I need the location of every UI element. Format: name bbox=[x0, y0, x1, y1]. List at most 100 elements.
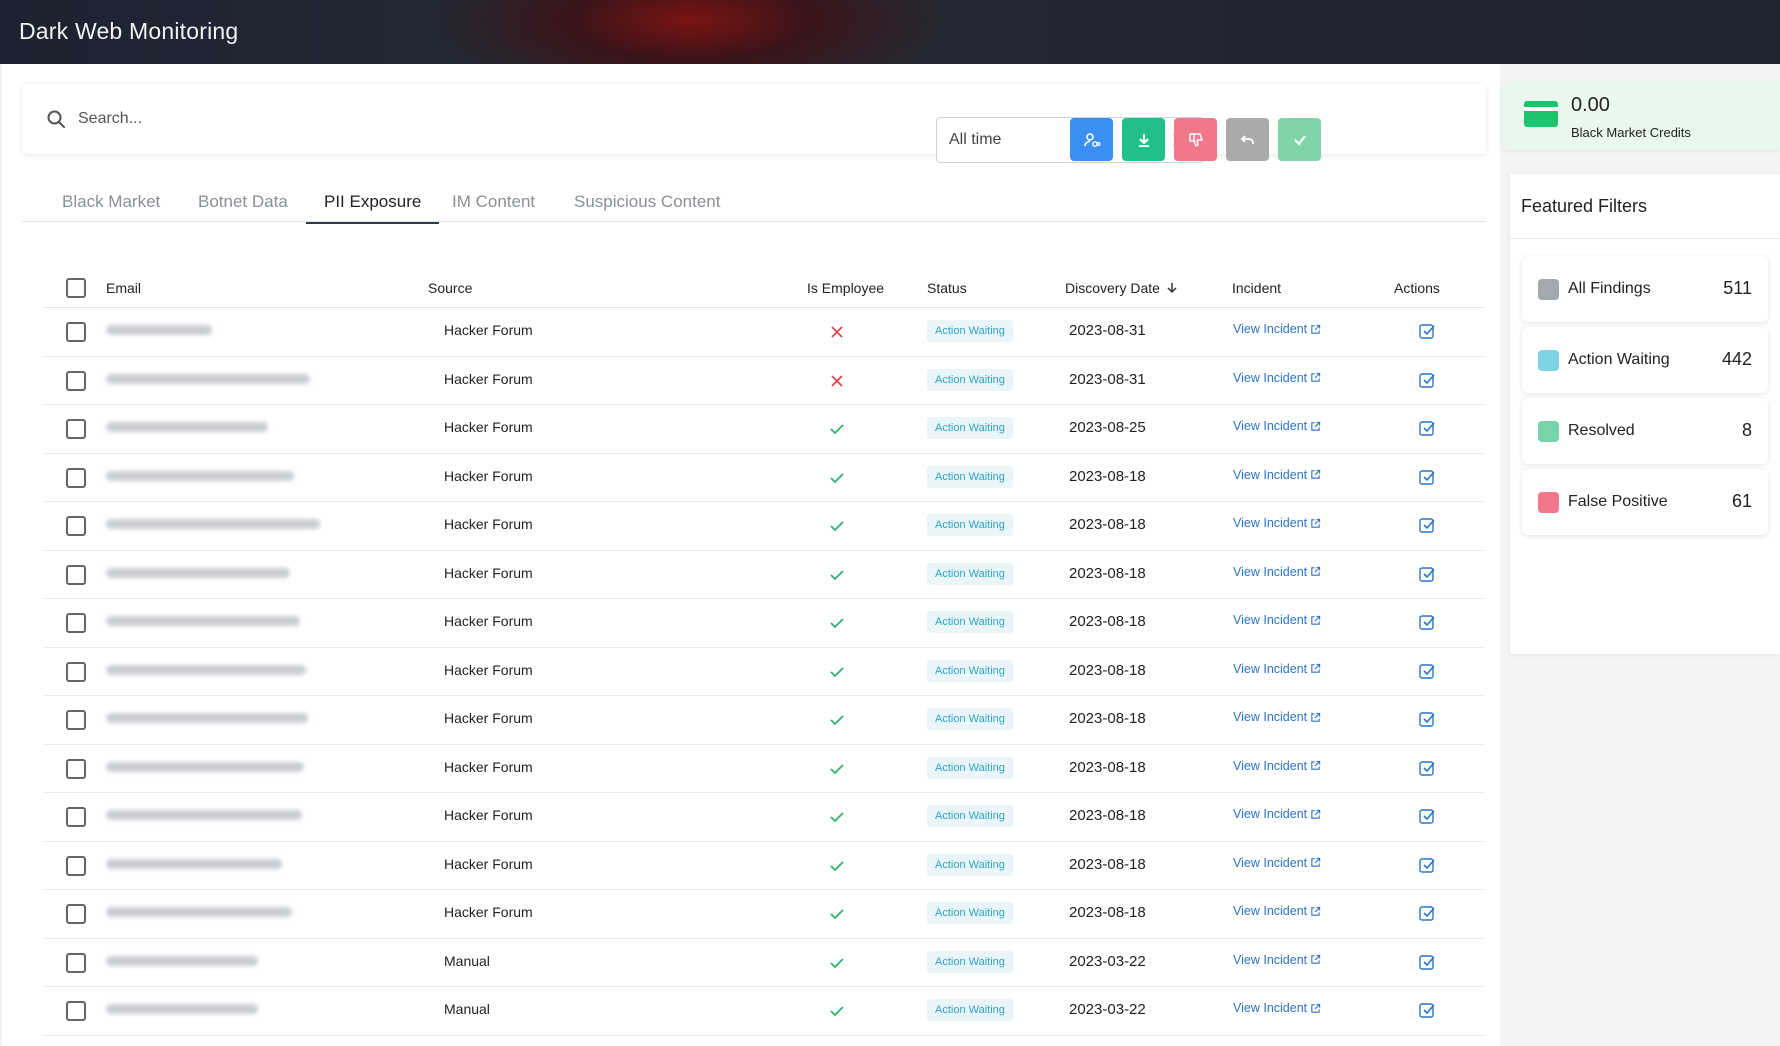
false-positive-button[interactable] bbox=[1174, 118, 1217, 161]
row-checkbox[interactable] bbox=[66, 758, 86, 779]
view-incident-link[interactable]: View Incident bbox=[1233, 1001, 1321, 1015]
view-incident-link[interactable]: View Incident bbox=[1233, 807, 1321, 821]
view-incident-label: View Incident bbox=[1233, 710, 1308, 724]
view-incident-link[interactable]: View Incident bbox=[1233, 565, 1321, 579]
check-mark-icon bbox=[830, 860, 844, 871]
source-cell: Manual bbox=[444, 1001, 490, 1017]
resolve-action-icon[interactable] bbox=[1418, 710, 1436, 728]
view-incident-link[interactable]: View Incident bbox=[1233, 856, 1321, 870]
resolve-action-icon[interactable] bbox=[1418, 856, 1436, 874]
view-incident-link[interactable]: View Incident bbox=[1233, 322, 1321, 336]
cross-mark-icon bbox=[831, 374, 843, 387]
row-checkbox[interactable] bbox=[66, 661, 86, 682]
row-checkbox[interactable] bbox=[66, 322, 86, 342]
view-incident-label: View Incident bbox=[1233, 370, 1308, 385]
resolve-action-icon[interactable] bbox=[1418, 613, 1436, 631]
resolve-action-icon[interactable] bbox=[1418, 419, 1436, 437]
discovery-date-cell: 2023-08-18 bbox=[1069, 613, 1146, 630]
findings-table: Email Source Is Employee Status Discover… bbox=[44, 268, 1484, 1036]
status-badge: Action Waiting bbox=[927, 950, 1013, 973]
row-checkbox[interactable] bbox=[66, 467, 86, 488]
user-link-icon bbox=[1083, 132, 1101, 147]
table-row[interactable]: Hacker Forum Action Waiting 2023-08-25 View… bbox=[44, 405, 1484, 454]
resolve-action-icon[interactable] bbox=[1418, 322, 1436, 340]
table-row[interactable]: Hacker Forum Action Waiting 2023-08-18 View… bbox=[44, 745, 1484, 793]
row-checkbox[interactable] bbox=[66, 613, 86, 633]
filter-label: Resolved bbox=[1568, 422, 1635, 439]
tab-suspicious-content[interactable]: Suspicious Content bbox=[574, 192, 720, 222]
tab-im-content[interactable]: IM Content bbox=[452, 192, 535, 222]
view-incident-label: View Incident bbox=[1233, 322, 1308, 336]
select-all-checkbox[interactable] bbox=[66, 278, 86, 298]
table-row[interactable]: Manual Action Waiting 2023-03-22 View Incid… bbox=[44, 939, 1484, 987]
resolve-action-icon[interactable] bbox=[1418, 662, 1436, 680]
view-incident-link[interactable]: View Incident bbox=[1233, 710, 1321, 724]
row-checkbox[interactable] bbox=[66, 952, 86, 973]
row-checkbox[interactable] bbox=[66, 516, 86, 536]
row-checkbox[interactable] bbox=[66, 419, 86, 439]
email-redacted bbox=[106, 325, 212, 335]
column-header-is-employee: Is Employee bbox=[807, 280, 885, 296]
view-incident-label: View Incident bbox=[1233, 758, 1308, 773]
credits-label: Black Market Credits bbox=[1571, 125, 1691, 140]
table-row[interactable]: Hacker Forum Action Waiting 2023-08-18 View… bbox=[44, 454, 1484, 502]
featured-filter-resolved[interactable]: Resolved 8 bbox=[1522, 398, 1768, 464]
resolve-action-icon[interactable] bbox=[1418, 468, 1436, 486]
tab-pii-exposure[interactable]: PII Exposure bbox=[306, 192, 440, 224]
search-input[interactable] bbox=[78, 104, 678, 134]
view-incident-link[interactable]: View Incident bbox=[1233, 371, 1321, 385]
view-incident-link[interactable]: View Incident bbox=[1233, 613, 1321, 627]
row-checkbox[interactable] bbox=[66, 564, 86, 585]
search-icon bbox=[47, 110, 65, 128]
assign-button[interactable] bbox=[1070, 118, 1113, 161]
view-incident-label: View Incident bbox=[1233, 661, 1308, 676]
view-incident-link[interactable]: View Incident bbox=[1233, 516, 1321, 530]
row-checkbox[interactable] bbox=[66, 1001, 86, 1021]
view-incident-link[interactable]: View Incident bbox=[1233, 904, 1321, 918]
tab-botnet-data[interactable]: Botnet Data bbox=[198, 192, 288, 222]
table-row[interactable]: Hacker Forum Action Waiting 2023-08-18 View… bbox=[44, 890, 1484, 939]
resolve-action-icon[interactable] bbox=[1418, 904, 1436, 922]
view-incident-link[interactable]: View Incident bbox=[1233, 759, 1321, 773]
table-row[interactable]: Hacker Forum Action Waiting 2023-08-18 View… bbox=[44, 502, 1484, 551]
undo-button[interactable] bbox=[1226, 118, 1269, 161]
source-cell: Hacker Forum bbox=[444, 613, 533, 629]
resolve-action-icon[interactable] bbox=[1418, 1001, 1436, 1019]
row-checkbox[interactable] bbox=[66, 710, 86, 730]
table-row[interactable]: Hacker Forum Action Waiting 2023-08-18 View… bbox=[44, 599, 1484, 648]
filter-color-swatch bbox=[1538, 492, 1559, 513]
table-row[interactable]: Hacker Forum Action Waiting 2023-08-18 View… bbox=[44, 842, 1484, 890]
row-checkbox[interactable] bbox=[66, 370, 86, 391]
resolve-action-icon[interactable] bbox=[1418, 953, 1436, 971]
featured-filter-false-positive[interactable]: False Positive 61 bbox=[1522, 469, 1768, 535]
resolve-action-icon[interactable] bbox=[1418, 565, 1436, 583]
source-cell: Hacker Forum bbox=[444, 516, 533, 532]
table-row[interactable]: Hacker Forum Action Waiting 2023-08-18 View… bbox=[44, 648, 1484, 696]
row-checkbox[interactable] bbox=[66, 807, 86, 827]
table-row[interactable]: Hacker Forum Action Waiting 2023-08-31 View… bbox=[44, 308, 1484, 357]
row-checkbox[interactable] bbox=[66, 904, 86, 924]
featured-filter-all-findings[interactable]: All Findings 511 bbox=[1522, 256, 1768, 322]
table-row[interactable]: Hacker Forum Action Waiting 2023-08-18 View… bbox=[44, 551, 1484, 599]
download-button[interactable] bbox=[1122, 118, 1165, 161]
discovery-date-cell: 2023-08-18 bbox=[1069, 904, 1146, 921]
resolve-action-icon[interactable] bbox=[1418, 371, 1436, 389]
view-incident-link[interactable]: View Incident bbox=[1233, 468, 1321, 482]
view-incident-link[interactable]: View Incident bbox=[1233, 662, 1321, 676]
table-row[interactable]: Hacker Forum Action Waiting 2023-08-18 View… bbox=[44, 793, 1484, 842]
resolve-action-icon[interactable] bbox=[1418, 759, 1436, 777]
column-header-discovery-date[interactable]: Discovery Date bbox=[1065, 280, 1178, 296]
row-checkbox[interactable] bbox=[66, 855, 86, 876]
resolve-action-icon[interactable] bbox=[1418, 516, 1436, 534]
table-row[interactable]: Hacker Forum Action Waiting 2023-08-31 View… bbox=[44, 357, 1484, 405]
featured-filter-action-waiting[interactable]: Action Waiting 442 bbox=[1522, 327, 1768, 393]
resolve-action-icon[interactable] bbox=[1418, 807, 1436, 825]
view-incident-link[interactable]: View Incident bbox=[1233, 953, 1321, 967]
view-incident-label: View Incident bbox=[1233, 613, 1308, 627]
filter-label: All Findings bbox=[1568, 280, 1651, 297]
table-row[interactable]: Manual Action Waiting 2023-03-22 View Incid… bbox=[44, 987, 1484, 1036]
view-incident-link[interactable]: View Incident bbox=[1233, 419, 1321, 433]
table-row[interactable]: Hacker Forum Action Waiting 2023-08-18 View… bbox=[44, 696, 1484, 745]
tab-black-market[interactable]: Black Market bbox=[62, 192, 160, 222]
resolve-button[interactable] bbox=[1278, 118, 1321, 161]
